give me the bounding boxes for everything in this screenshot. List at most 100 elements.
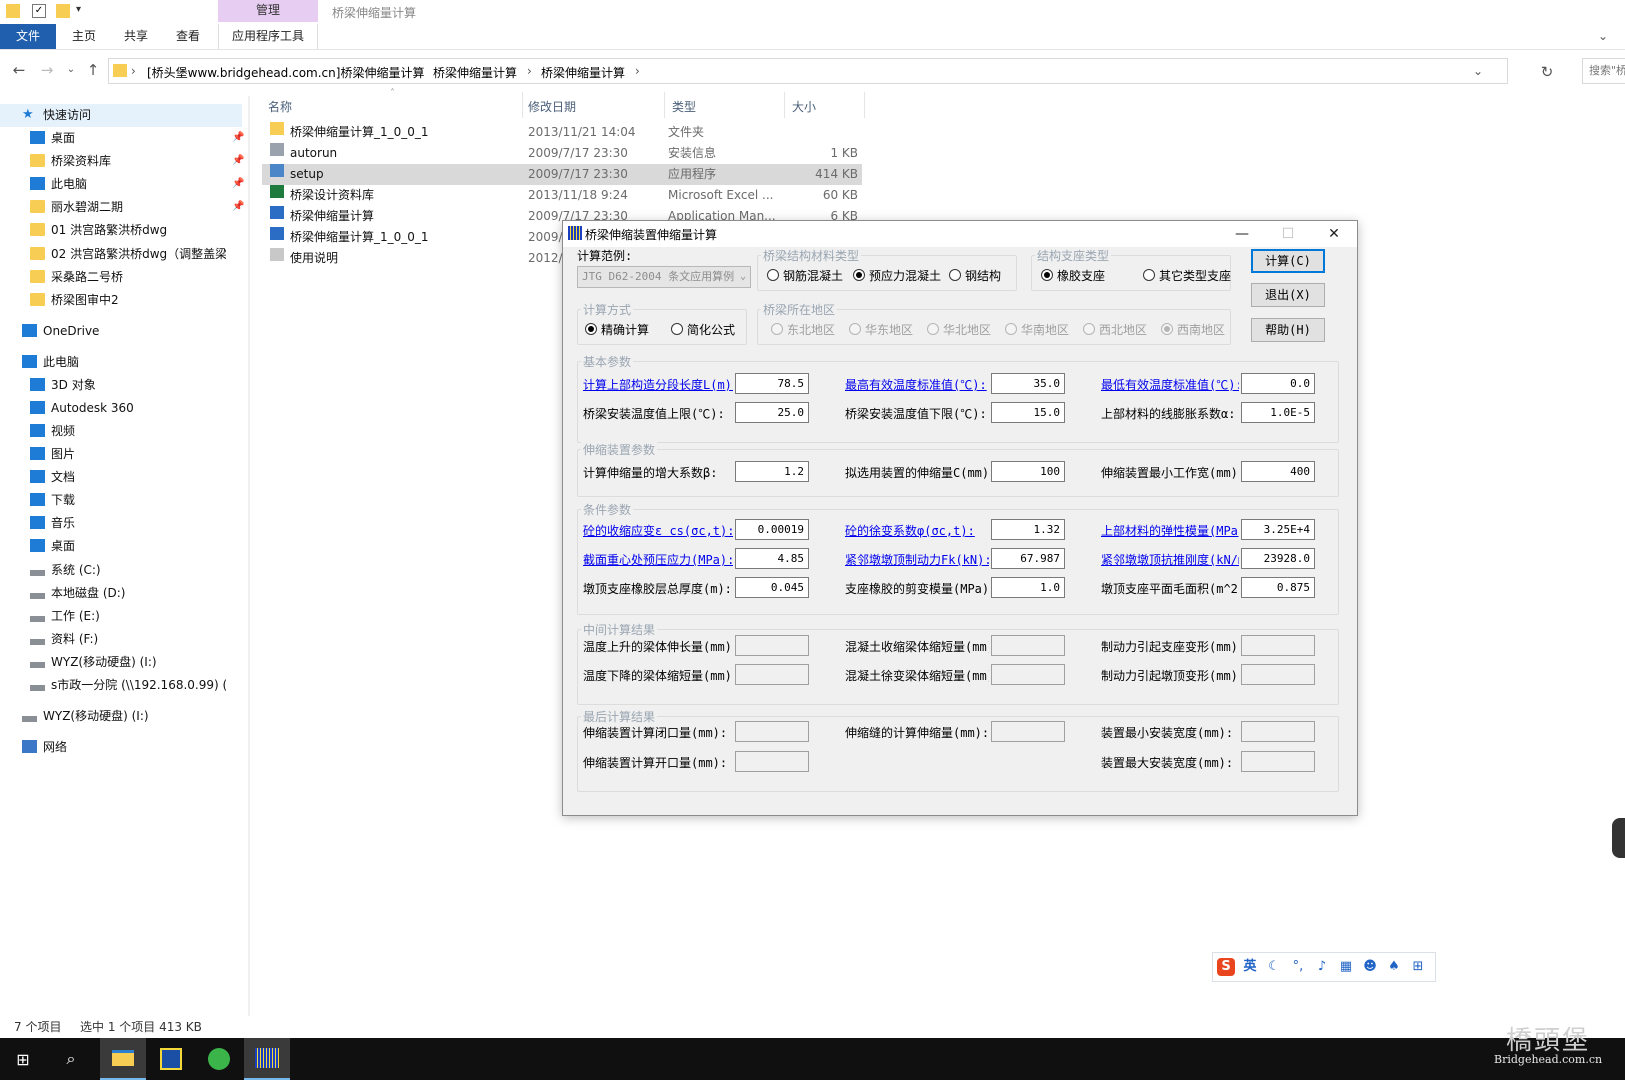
pin-icon[interactable]: 📌	[232, 132, 244, 143]
nav-item[interactable]: ★ 快速访问	[0, 104, 242, 127]
windows-start-icon[interactable]: ⊞	[0, 1038, 46, 1080]
maximize-icon[interactable]: ☐	[1265, 221, 1311, 247]
help-button[interactable]: 帮助(H)	[1251, 318, 1325, 342]
breadcrumb-item[interactable]: 桥梁伸缩量计算	[541, 64, 625, 81]
tab-home[interactable]: 主页	[60, 24, 108, 49]
param-input[interactable]: 78.5	[735, 373, 809, 394]
nav-item[interactable]: 视频	[30, 420, 226, 443]
param-input[interactable]	[1241, 751, 1315, 772]
param-input[interactable]: 0.875	[1241, 577, 1315, 598]
nav-item[interactable]: 工作 (E:)	[30, 605, 226, 628]
radio-button[interactable]	[927, 323, 939, 335]
sogou-logo-icon[interactable]: S	[1217, 958, 1235, 976]
param-input[interactable]: 0.0	[1241, 373, 1315, 394]
skin-icon[interactable]: ♠	[1385, 958, 1403, 976]
nav-item[interactable]: 3D 对象	[30, 374, 226, 397]
param-label[interactable]: 截面重心处预压应力(MPa):	[583, 551, 733, 568]
recent-dropdown-icon[interactable]: ⌄	[62, 60, 80, 80]
param-input[interactable]	[735, 751, 809, 772]
back-arrow-icon[interactable]: ←	[10, 60, 28, 80]
refresh-icon[interactable]: ↻	[1538, 62, 1556, 82]
column-header-date[interactable]: 修改日期	[528, 98, 576, 115]
nav-item[interactable]: 系统 (C:)	[30, 559, 226, 582]
nav-item[interactable]: s市政一分院 (\\192.168.0.99) (Z:)	[30, 674, 226, 697]
param-input[interactable]: 67.987	[991, 548, 1065, 569]
nav-item[interactable]: 01 洪宫路繁洪桥dwg	[30, 219, 226, 242]
nav-item[interactable]: 桌面	[30, 535, 226, 558]
moon-icon[interactable]: ☾	[1265, 958, 1283, 976]
column-header-name[interactable]: 名称	[268, 98, 292, 115]
keyboard-icon[interactable]: ▦	[1337, 958, 1355, 976]
side-handle[interactable]	[1612, 818, 1625, 858]
param-input[interactable]	[735, 721, 809, 742]
tab-share[interactable]: 共享	[112, 24, 160, 49]
nav-item[interactable]: Autodesk 360	[30, 397, 226, 420]
autodesk-app-icon[interactable]	[148, 1038, 194, 1080]
close-icon[interactable]: ✕	[1311, 221, 1357, 247]
param-input[interactable]: 23928.0	[1241, 548, 1315, 569]
radio-button[interactable]	[1161, 323, 1173, 335]
nav-item[interactable]: 丽水碧湖二期	[30, 196, 226, 219]
radio-button[interactable]	[1041, 269, 1053, 281]
nav-item[interactable]: 资料 (F:)	[30, 628, 226, 651]
param-input[interactable]: 3.25E+4	[1241, 519, 1315, 540]
param-label[interactable]: 砼的徐变系数φ(σc,t):	[845, 522, 975, 539]
param-input[interactable]	[991, 635, 1065, 656]
breadcrumb-item[interactable]: 桥梁伸缩量计算	[433, 64, 517, 81]
param-label[interactable]: 砼的收缩应变ε cs(σc,t):	[583, 522, 733, 539]
chevron-down-icon[interactable]: ⌄	[1473, 64, 1483, 78]
param-input[interactable]: 0.045	[735, 577, 809, 598]
search-input[interactable]: 搜索"桥...	[1582, 58, 1625, 84]
param-input[interactable]: 35.0	[991, 373, 1065, 394]
param-input[interactable]	[735, 635, 809, 656]
radio-button[interactable]	[853, 269, 865, 281]
file-row[interactable]: 桥梁设计资料库 2013/11/18 9:24 Microsoft Excel ..…	[262, 185, 862, 206]
param-input[interactable]: 15.0	[991, 402, 1065, 423]
radio-button[interactable]	[771, 323, 783, 335]
radio-button[interactable]	[1005, 323, 1017, 335]
nav-item[interactable]: 桥梁图审中2	[30, 289, 226, 312]
radio-button[interactable]	[1143, 269, 1155, 281]
pin-icon[interactable]: 📌	[232, 178, 244, 189]
nav-item[interactable]: 网络	[22, 736, 226, 759]
radio-button[interactable]	[585, 323, 597, 335]
param-input[interactable]: 1.32	[991, 519, 1065, 540]
chevron-down-icon[interactable]: ⌄	[1588, 24, 1618, 49]
file-explorer-icon[interactable]	[100, 1038, 146, 1080]
customize-dropdown-icon[interactable]: ▾	[76, 4, 90, 18]
up-arrow-icon[interactable]: ↑	[84, 60, 102, 80]
param-input[interactable]: 1.2	[735, 461, 809, 482]
param-input[interactable]: 1.0E-5	[1241, 402, 1315, 423]
nav-item[interactable]: WYZ(移动硬盘) (I:)	[22, 705, 226, 728]
nav-scrollbar[interactable]	[248, 96, 250, 1016]
param-input[interactable]	[991, 721, 1065, 742]
param-label[interactable]: 最低有效温度标准值(℃):	[1101, 376, 1239, 393]
param-label[interactable]: 最高有效温度标准值(℃):	[845, 376, 987, 393]
param-input[interactable]: 1.0	[991, 577, 1065, 598]
browser-icon[interactable]	[196, 1038, 242, 1080]
nav-item[interactable]: 此电脑	[22, 351, 226, 374]
pin-icon[interactable]: 📌	[232, 155, 244, 166]
ime-language[interactable]: 英	[1241, 958, 1259, 976]
dialog-titlebar[interactable]: 桥梁伸缩装置伸缩量计算 — ☐ ✕	[563, 221, 1357, 247]
bridge-calc-app-icon[interactable]	[244, 1038, 290, 1080]
param-label[interactable]: 计算上部构造分段长度L(m):	[583, 376, 733, 393]
column-divider[interactable]	[864, 92, 865, 118]
tab-file[interactable]: 文件	[0, 24, 56, 49]
radio-button[interactable]	[1083, 323, 1095, 335]
pin-icon[interactable]: 📌	[232, 201, 244, 212]
param-input[interactable]	[1241, 664, 1315, 685]
file-row[interactable]: autorun 2009/7/17 23:30 安装信息 1 KB	[262, 143, 862, 164]
param-input[interactable]: 0.00019	[735, 519, 809, 540]
nav-item[interactable]: OneDrive	[22, 320, 226, 343]
breadcrumb-item[interactable]: [桥头堡www.bridgehead.com.cn]桥梁伸缩量计算	[147, 64, 424, 81]
column-divider[interactable]	[784, 92, 785, 118]
nav-item[interactable]: 02 洪宫路繁洪桥dwg（调整盖梁变化	[30, 243, 226, 266]
nav-item[interactable]: 桌面	[30, 127, 226, 150]
column-header-type[interactable]: 类型	[672, 98, 696, 115]
folder-icon[interactable]	[6, 4, 20, 18]
nav-item[interactable]: 图片	[30, 443, 226, 466]
nav-item[interactable]: 音乐	[30, 512, 226, 535]
param-label[interactable]: 紧邻墩墩顶制动力Fk(kN):	[845, 551, 989, 568]
nav-item[interactable]: 下载	[30, 489, 226, 512]
